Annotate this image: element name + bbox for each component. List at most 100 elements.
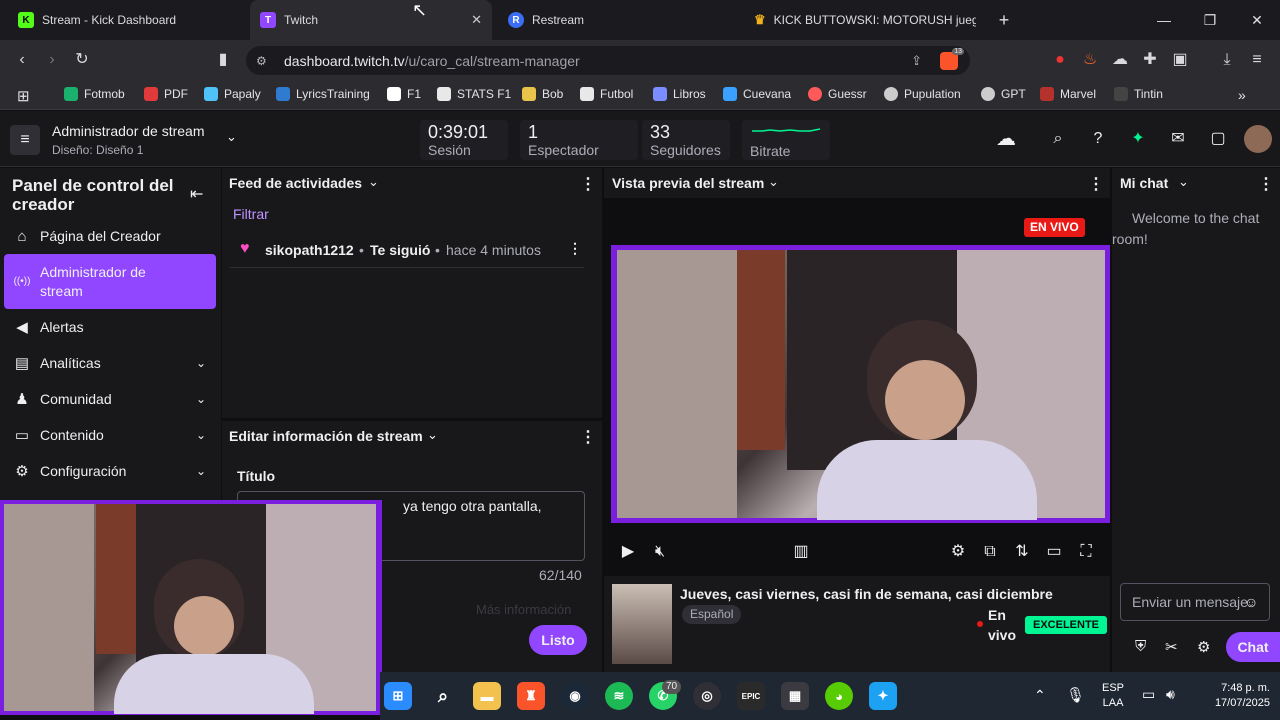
shield-mod-icon[interactable]: ⛨ [1135,638,1146,655]
language-indicator[interactable]: ESP LAA [1102,681,1124,711]
bookmark-item[interactable]: Futbol [580,87,633,101]
more-bookmarks-icon[interactable]: » [1238,87,1246,103]
apps-icon[interactable]: ⊞ [17,87,30,105]
reload-button[interactable]: ↻ [70,48,94,72]
browser-tab-restream[interactable]: R Restream [498,0,740,40]
microphone-icon[interactable]: 🎙︎ [1066,686,1085,704]
chat-send-button[interactable]: Chat [1226,632,1280,662]
avatar[interactable] [1244,125,1272,153]
browser-tab-kick-buttowski[interactable]: ♛ KICK BUTTOWSKI: MOTORUSH juego [746,0,976,40]
volume-icon[interactable]: 🔊︎ [1166,686,1175,703]
filter-link[interactable]: Filtrar [233,206,269,222]
settings-icon[interactable]: ⚙ [947,541,969,563]
search-icon[interactable]: ⌕ [1046,127,1070,151]
twitter-icon[interactable]: ✦ [869,682,897,710]
bookmark-item[interactable]: Libros [653,87,706,101]
language-tag[interactable]: Español [682,605,742,624]
clock[interactable]: 7:48 p. m. 17/07/2025 [1194,681,1270,711]
inbox-icon[interactable]: ✉ [1166,127,1190,151]
steam-icon[interactable]: ◉ [561,682,589,710]
browser-tab-kick[interactable]: K Stream - Kick Dashboard [8,0,248,40]
cast-icon[interactable]: ⧉ [979,541,1001,563]
brave-browser-icon[interactable]: ♜ [517,682,545,710]
bookmark-item[interactable]: Cuevana [723,87,791,101]
chat-settings-icon[interactable]: ⚙ [1197,638,1210,656]
spotify-icon[interactable]: ≋ [605,682,633,710]
close-tab-icon[interactable]: ✕ [471,12,482,28]
chevron-down-icon[interactable]: ⌄ [427,427,438,443]
site-settings-icon[interactable]: ⚙ [256,54,267,68]
back-button[interactable]: ‹ [10,48,34,72]
sidebar-item-creator-page[interactable]: ⌂ Página del Creador [4,225,216,247]
duolingo-icon[interactable]: ◕ [825,682,853,710]
bookmark-icon[interactable]: ▮ [211,48,235,72]
chevron-down-icon[interactable]: ⌄ [1178,174,1189,190]
audio-bars-icon[interactable]: ▥ [790,541,812,563]
more-options-icon[interactable]: ⋮ [1088,174,1104,194]
done-button[interactable]: Listo [529,625,587,655]
hamburger-menu-icon[interactable]: ≡ [10,125,40,155]
bookmark-item[interactable]: GPT [981,87,1026,101]
play-icon[interactable]: ▶ [617,541,639,563]
sidebar-item-analytics[interactable]: ▤ Analíticas ⌄ [4,352,216,374]
address-bar[interactable]: ⚙ dashboard.twitch.tv/u/caro_cal/stream-… [246,46,970,75]
menu-icon[interactable]: ≡ [1245,48,1269,72]
bookmark-item[interactable]: F1 [387,87,421,101]
calculator-icon[interactable]: ▦ [781,682,809,710]
miniplayer-icon[interactable]: ▭ [1043,541,1065,563]
more-options-icon[interactable]: ⋮ [1258,174,1274,194]
bookmark-item[interactable]: Tintin [1114,87,1163,101]
browser-tab-twitch[interactable]: T Twitch ✕ [250,0,492,40]
bookmark-item[interactable]: Guessr [808,87,867,101]
puzzle-icon[interactable]: ✚ [1138,48,1162,72]
epic-games-icon[interactable]: EPIC [737,682,765,710]
sparkle-icon[interactable]: ✦ [1126,127,1150,151]
reader-icon[interactable]: ▣ [1168,48,1192,72]
bookmark-item[interactable]: Papaly [204,87,261,101]
bookmark-item[interactable]: PDF [144,87,188,101]
new-tab-button[interactable]: + [992,8,1016,32]
event-user[interactable]: sikopath1212 [265,242,354,258]
sidebar-item-settings[interactable]: ⚙ Configuración ⌄ [4,460,216,482]
app-icon[interactable]: ◎ [693,682,721,710]
help-icon[interactable]: ? [1086,127,1110,151]
mute-icon[interactable]: 🔇︎ [649,541,671,563]
chevron-down-icon[interactable]: ⌄ [226,129,237,145]
emote-picker-icon[interactable]: ☺ [1244,594,1258,610]
more-options-icon[interactable]: ⋮ [580,427,596,447]
bookmark-item[interactable]: STATS F1 [437,87,511,101]
sidebar-item-stream-manager[interactable]: ((•)) Administrador de stream [4,254,216,309]
points-icon[interactable]: ✂ [1165,638,1178,656]
bookmark-item[interactable]: Fotmob [64,87,125,101]
download-icon[interactable]: ⤓ [1215,48,1239,72]
more-options-icon[interactable]: ⋮ [580,174,596,194]
clip-icon[interactable]: ⇅ [1011,541,1033,563]
file-explorer-icon[interactable]: ▬ [473,682,501,710]
cloud-icon[interactable]: ☁ [994,127,1018,151]
search-icon[interactable]: ⌕ [429,682,457,710]
sidebar-item-alerts[interactable]: ◀ Alertas [4,316,216,338]
bookmark-item[interactable]: Marvel [1040,87,1096,101]
close-window-button[interactable]: ✕ [1245,8,1269,32]
bookmark-item[interactable]: LyricsTraining [276,87,370,101]
fire-extension-icon[interactable]: ♨ [1078,48,1102,72]
tray-chevron-icon[interactable]: ⌃ [1034,687,1046,704]
fullscreen-icon[interactable]: ⛶ [1075,541,1097,563]
whispers-icon[interactable]: ▢ [1206,127,1230,151]
forward-button[interactable]: › [40,48,64,72]
bookmark-item[interactable]: Bob [522,87,563,101]
windows-start-icon[interactable]: ⊞ [384,682,412,710]
collapse-sidebar-icon[interactable]: ⇤ [190,184,203,204]
share-icon[interactable]: ⇪ [911,53,922,69]
stream-video[interactable] [617,250,1105,520]
sidebar-item-content[interactable]: ▭ Contenido ⌄ [4,424,216,446]
chevron-down-icon[interactable]: ⌄ [368,174,379,190]
extension-icon[interactable]: ● [1048,48,1072,72]
more-info-link[interactable]: Más información [476,602,571,617]
bookmark-item[interactable]: Pupulation [884,87,961,101]
chevron-down-icon[interactable]: ⌄ [768,174,779,190]
sidebar-item-community[interactable]: ♟ Comunidad ⌄ [4,388,216,410]
network-icon[interactable]: ▭ [1142,686,1155,703]
more-options-icon[interactable]: ⋮ [568,240,582,257]
cloud-extension-icon[interactable]: ☁ [1108,48,1132,72]
